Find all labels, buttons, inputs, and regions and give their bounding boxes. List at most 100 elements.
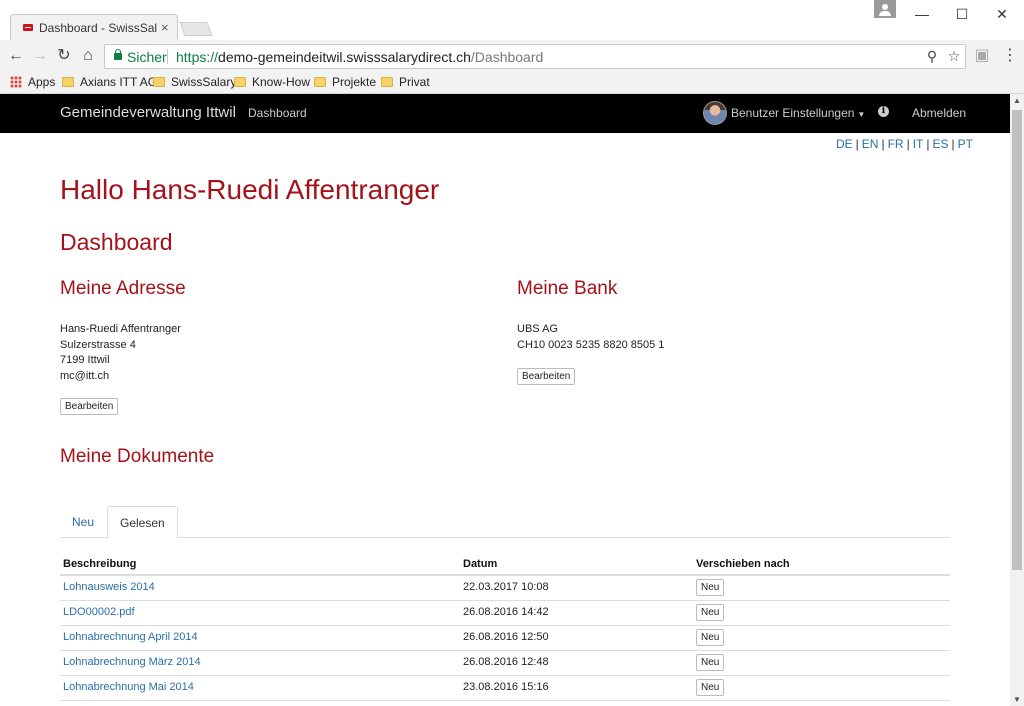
address-block: Hans-Ruedi Affentranger Sulzerstrasse 4 … <box>60 322 181 384</box>
folder-icon <box>381 77 393 87</box>
address-heading: Meine Adresse <box>60 278 186 299</box>
table-row: Lohnausweis 2014 22.03.2017 10:08 Neu <box>60 576 950 601</box>
lang-de[interactable]: DE <box>836 137 853 151</box>
lang-separator: | <box>926 137 930 151</box>
document-date: 23.08.2016 15:16 <box>463 681 549 693</box>
table-row: Lohnabrechnung April 2014 26.08.2016 12:… <box>60 626 950 651</box>
address-email: mc@itt.ch <box>60 369 110 382</box>
bookmark-star-icon[interactable]: ☆ <box>945 47 963 65</box>
tab-close-icon[interactable]: × <box>161 20 169 35</box>
document-date: 26.08.2016 12:48 <box>463 656 549 668</box>
documents-table: Beschreibung Datum Verschieben nach Lohn… <box>60 552 950 701</box>
site-navbar: Gemeindeverwaltung Ittwil Dashboard Benu… <box>0 94 1010 133</box>
browser-tab[interactable]: Dashboard - SwissSalary × <box>10 14 178 41</box>
bookmark-privat[interactable]: Privat <box>381 75 430 91</box>
minimize-icon[interactable]: — <box>912 6 932 22</box>
address-name: Hans-Ruedi Affentranger <box>60 323 181 335</box>
scroll-thumb[interactable] <box>1012 110 1022 570</box>
document-link[interactable]: LDO00002.pdf <box>63 606 135 618</box>
move-to-neu-button[interactable]: Neu <box>696 579 725 596</box>
folder-icon <box>62 77 74 87</box>
page-scrollbar[interactable]: ▲ ▼ <box>1010 94 1024 706</box>
menu-icon[interactable]: ⋮ <box>1000 46 1020 66</box>
bookmark-label: Know-How <box>252 75 311 89</box>
column-header: Beschreibung <box>63 558 137 570</box>
web-page: Gemeindeverwaltung Ittwil Dashboard Benu… <box>0 94 1010 706</box>
greeting-heading: Hallo Hans-Ruedi Affentranger <box>60 174 440 205</box>
document-link[interactable]: Lohnabrechnung Mai 2014 <box>63 681 194 693</box>
move-to-neu-button[interactable]: Neu <box>696 654 725 671</box>
bookmark-label: Projekte <box>332 75 377 89</box>
document-link[interactable]: Lohnausweis 2014 <box>63 581 155 593</box>
document-link[interactable]: Lohnabrechnung April 2014 <box>63 631 198 643</box>
column-header: Datum <box>463 558 498 570</box>
user-settings-dropdown[interactable]: Benutzer Einstellungen ▼ <box>731 106 865 120</box>
url-path: /Dashboard <box>470 49 544 65</box>
lang-en[interactable]: EN <box>862 137 879 151</box>
table-row: LDO00002.pdf 26.08.2016 14:42 Neu <box>60 601 950 626</box>
url-text[interactable]: https://demo-gemeindeitwil.swisssalarydi… <box>176 49 543 65</box>
scroll-up-icon[interactable]: ▲ <box>1013 96 1021 105</box>
bank-name: UBS AG <box>517 323 558 335</box>
move-to-neu-button[interactable]: Neu <box>696 604 725 621</box>
info-icon[interactable]: i <box>878 106 889 117</box>
table-row: Lohnabrechnung März 2014 26.08.2016 12:4… <box>60 651 950 676</box>
forward-icon[interactable]: → <box>30 46 50 66</box>
bookmarks-bar: Apps Axians ITT AG SwissSalary Know-How … <box>0 72 1024 94</box>
swisssalary-favicon-icon <box>23 24 33 31</box>
bookmark-swisssalary[interactable]: SwissSalary <box>153 75 236 91</box>
profile-icon[interactable] <box>874 0 896 18</box>
tab-gelesen[interactable]: Gelesen <box>107 506 178 539</box>
lock-icon <box>114 49 122 60</box>
scroll-down-icon[interactable]: ▼ <box>1013 695 1021 704</box>
url-protocol: https:// <box>176 49 219 65</box>
extension-icon[interactable]: ▣ <box>972 46 992 66</box>
documents-tabs: Neu Gelesen <box>60 506 950 539</box>
bookmark-label: SwissSalary <box>171 75 237 89</box>
bank-iban: CH10 0023 5235 8820 8505 1 <box>517 338 665 351</box>
table-row: Lohnabrechnung Mai 2014 23.08.2016 15:16… <box>60 676 950 701</box>
url-host: demo-gemeindeitwil.swisssalarydirect.ch <box>218 49 471 65</box>
bookmark-label: Privat <box>399 75 430 89</box>
site-brand[interactable]: Gemeindeverwaltung Ittwil <box>60 104 236 121</box>
address-separator <box>167 49 168 64</box>
reload-icon[interactable]: ↻ <box>54 46 74 66</box>
bookmark-apps[interactable]: Apps <box>10 75 55 91</box>
table-header: Beschreibung Datum Verschieben nach <box>60 552 950 576</box>
address-city: 7199 Ittwil <box>60 354 110 366</box>
back-icon[interactable]: ← <box>6 46 26 66</box>
page-title: Dashboard <box>60 229 173 255</box>
address-street: Sulzerstrasse 4 <box>60 338 136 351</box>
document-date: 26.08.2016 14:42 <box>463 606 549 618</box>
close-window-icon[interactable]: ✕ <box>992 6 1012 22</box>
lang-es[interactable]: ES <box>933 137 949 151</box>
zoom-icon[interactable]: ⚲ <box>923 47 941 65</box>
bookmark-projekte[interactable]: Projekte <box>314 75 376 91</box>
document-date: 26.08.2016 12:50 <box>463 631 549 643</box>
folder-icon <box>234 77 246 87</box>
lang-pt[interactable]: PT <box>958 137 973 151</box>
new-tab-button[interactable] <box>179 22 213 36</box>
nav-dashboard-link[interactable]: Dashboard <box>248 106 307 120</box>
move-to-neu-button[interactable]: Neu <box>696 679 725 696</box>
folder-icon <box>314 77 326 87</box>
logout-link[interactable]: Abmelden <box>912 106 966 120</box>
address-bar[interactable]: Sicher https://demo-gemeindeitwil.swisss… <box>104 44 966 69</box>
lang-it[interactable]: IT <box>913 137 924 151</box>
bookmark-know-how[interactable]: Know-How <box>234 75 310 91</box>
maximize-icon[interactable]: ☐ <box>952 6 972 22</box>
secure-label: Sicher <box>127 49 167 65</box>
bookmark-axians[interactable]: Axians ITT AG <box>62 75 157 91</box>
tab-neu[interactable]: Neu <box>60 506 106 538</box>
edit-bank-button[interactable]: Bearbeiten <box>517 368 576 385</box>
home-icon[interactable]: ⌂ <box>78 46 98 66</box>
move-to-neu-button[interactable]: Neu <box>696 629 725 646</box>
bookmark-label: Axians ITT AG <box>80 75 158 89</box>
lang-fr[interactable]: FR <box>888 137 904 151</box>
avatar[interactable] <box>703 101 727 125</box>
bookmark-label: Apps <box>28 75 56 89</box>
edit-address-button[interactable]: Bearbeiten <box>60 398 119 415</box>
bank-heading: Meine Bank <box>517 278 618 299</box>
lang-separator: | <box>951 137 955 151</box>
document-link[interactable]: Lohnabrechnung März 2014 <box>63 656 201 668</box>
